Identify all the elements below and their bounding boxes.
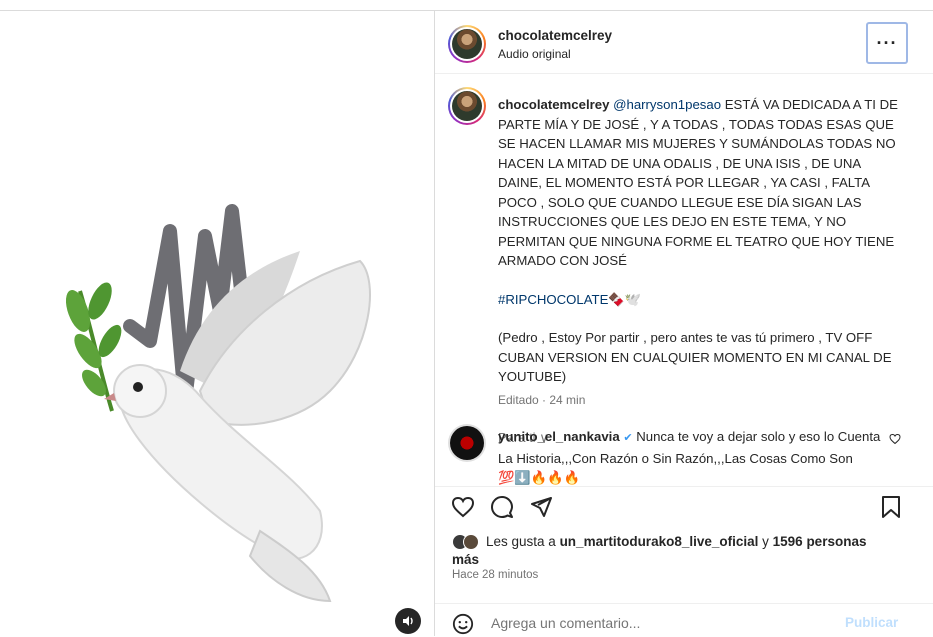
comment: yunito_el_nankavia ✔ Nunca te voy a deja… — [498, 427, 888, 488]
comment-username[interactable]: yunito_el_nankavia — [498, 429, 620, 444]
hashtag-emoji: 🍫🕊️ — [608, 291, 642, 307]
comment-like-icon[interactable] — [887, 431, 903, 447]
composer-separator — [435, 603, 933, 604]
verified-badge-icon: ✔ — [623, 432, 633, 444]
emoji-icon[interactable] — [450, 611, 476, 637]
actions-separator — [435, 486, 933, 487]
post-panel: chocolatemcelrey Audio original ··· choc… — [435, 11, 933, 636]
post-media[interactable] — [0, 11, 434, 636]
likes-user[interactable]: un_martitodurako8_live_oficial — [560, 534, 759, 549]
likes-summary: Les gusta a un_martitodurako8_live_ofici… — [452, 533, 902, 569]
likes-suffix[interactable]: más — [452, 552, 479, 567]
likes-middle: y — [758, 534, 773, 549]
edited-label: Editado · 24 min — [498, 392, 586, 407]
caption-mention[interactable]: @harryson1pesao — [613, 97, 721, 112]
author-avatar[interactable] — [448, 25, 486, 63]
caption-text: ESTÁ VA DEDICADA A TI DE PARTE MÍA Y DE … — [498, 97, 898, 268]
publish-button[interactable]: Publicar — [845, 615, 898, 630]
caption-username[interactable]: chocolatemcelrey — [498, 97, 609, 112]
caption-hashtag-line: #RIPCHOCOLATE🍫🕊️ — [498, 290, 898, 310]
heart-icon[interactable] — [449, 493, 477, 521]
share-icon[interactable] — [527, 493, 555, 521]
comment-icon[interactable] — [488, 493, 516, 521]
instagram-post-window: chocolatemcelrey Audio original ··· choc… — [0, 0, 933, 636]
header-separator — [435, 73, 933, 74]
caption: chocolatemcelrey @harryson1pesao ESTÁ VA… — [498, 95, 898, 448]
caption-hashtag[interactable]: #RIPCHOCOLATE — [498, 292, 608, 307]
caption-body: chocolatemcelrey @harryson1pesao ESTÁ VA… — [498, 95, 898, 271]
author-username[interactable]: chocolatemcelrey — [498, 28, 612, 43]
commenter-avatar[interactable] — [448, 424, 486, 462]
dove-illustration — [65, 204, 371, 603]
audio-label[interactable]: Audio original — [498, 47, 571, 61]
likes-prefix: Les gusta a — [486, 534, 560, 549]
volume-icon[interactable] — [395, 608, 421, 634]
more-options-button[interactable]: ··· — [866, 22, 908, 64]
caption-extra: (Pedro , Estoy Por partir , pero antes t… — [498, 330, 892, 384]
caption-avatar[interactable] — [448, 87, 486, 125]
liker-avatars — [452, 534, 486, 551]
likes-count[interactable]: 1596 personas — [773, 534, 867, 549]
post-timestamp[interactable]: Hace 28 minutos — [452, 569, 538, 581]
bookmark-icon[interactable] — [877, 493, 905, 521]
comment-input[interactable] — [491, 615, 791, 631]
